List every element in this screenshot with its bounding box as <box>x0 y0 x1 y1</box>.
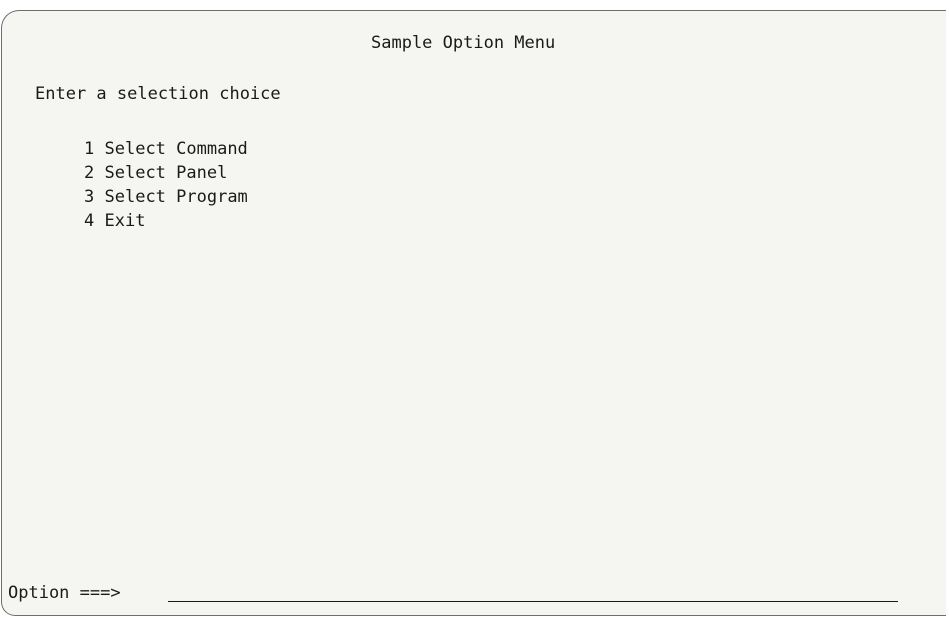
option-input[interactable] <box>168 581 898 602</box>
option-label: Select Panel <box>104 163 228 183</box>
command-line: Option ===> <box>8 583 121 603</box>
option-number: 4 <box>84 211 95 231</box>
selection-prompt: Enter a selection choice <box>35 84 281 104</box>
option-item-select-panel[interactable]: 2 Select Panel <box>84 161 248 185</box>
option-input-label: Option ===> <box>8 583 121 603</box>
terminal-screen: Sample Option Menu Enter a selection cho… <box>1 10 946 616</box>
option-number: 3 <box>84 187 95 207</box>
option-item-select-program[interactable]: 3 Select Program <box>84 185 248 209</box>
option-number: 1 <box>84 139 95 159</box>
option-list: 1 Select Command 2 Select Panel 3 Select… <box>84 137 248 233</box>
option-number: 2 <box>84 163 95 183</box>
option-label: Exit <box>104 211 146 231</box>
option-label: Select Program <box>104 187 248 207</box>
option-label: Select Command <box>104 139 248 159</box>
option-item-exit[interactable]: 4 Exit <box>84 209 248 233</box>
option-item-select-command[interactable]: 1 Select Command <box>84 137 248 161</box>
screen-title: Sample Option Menu <box>371 33 556 53</box>
